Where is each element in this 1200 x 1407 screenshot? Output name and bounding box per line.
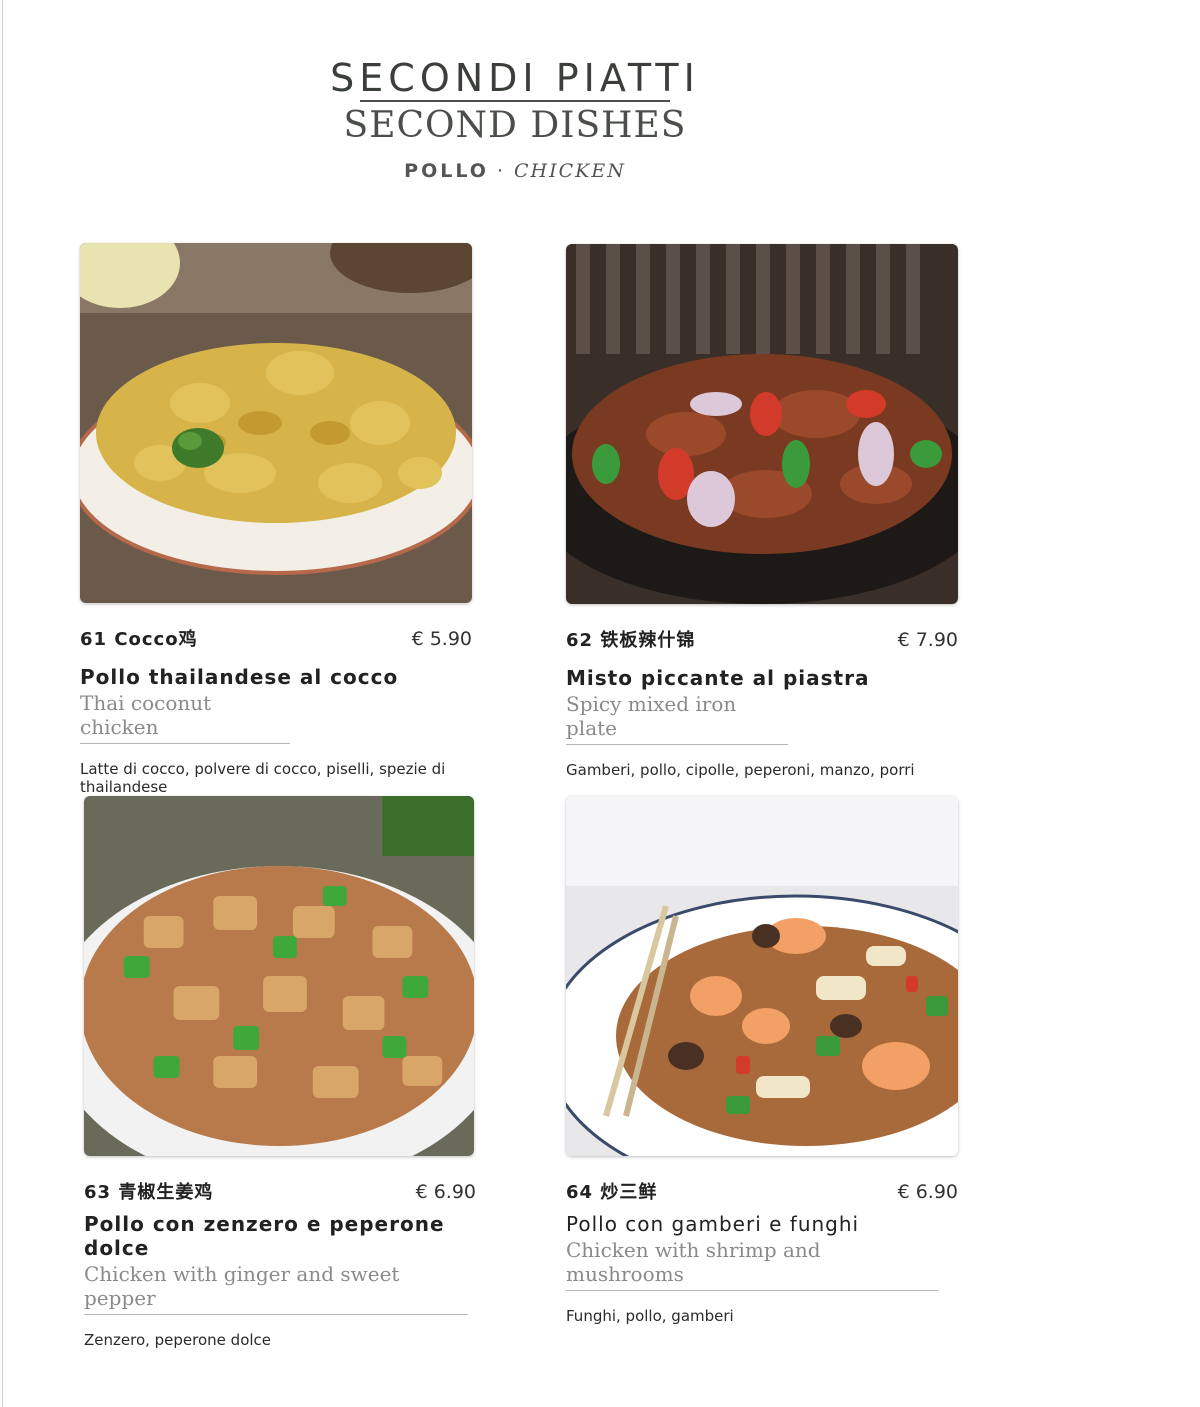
ingredients-text: Funghi, pollo, gamberi — [566, 1307, 734, 1325]
dish-name-italian: Pollo con zenzero e peperone dolce — [84, 1212, 445, 1260]
section-title-english: SECOND DISHES — [343, 105, 687, 146]
dish-price: € 5.90 — [411, 628, 472, 650]
dish-card-62[interactable]: 62 铁板辣什锦 € 7.90 Misto piccante al piastr… — [566, 244, 958, 779]
dish-name-english: Chicken with ginger and sweet pepper — [84, 1262, 468, 1315]
dish-price: € 6.90 — [897, 1181, 958, 1203]
category-separator: · — [496, 160, 506, 182]
menu-header: SECONDI PIATTI SECOND DISHES POLLO · CHICK… — [300, 58, 730, 182]
category-english: CHICKEN — [513, 160, 626, 182]
dish-name-italian: Pollo thailandese al cocco — [80, 665, 399, 689]
dish-photo-coconut-chicken — [80, 243, 472, 603]
page-edge-divider — [2, 0, 3, 1407]
dish-title-row: 61 Cocco鸡 € 5.90 — [80, 625, 472, 651]
dish-title-row: 64 炒三鲜 € 6.90 — [566, 1178, 958, 1204]
dish-card-63[interactable]: 63 青椒生姜鸡 € 6.90 Pollo con zenzero e pepe… — [84, 796, 476, 1349]
dish-number-chinese-name: 62 铁板辣什锦 — [566, 630, 696, 651]
category-subtitle: POLLO · CHICKEN — [300, 160, 730, 182]
dish-ingredients: Gamberi, pollo, cipolle, peperoni, manzo… — [566, 761, 958, 779]
dish-title-row: 63 青椒生姜鸡 € 6.90 — [84, 1178, 476, 1204]
dish-name-italian: Pollo con gamberi e funghi — [566, 1212, 860, 1236]
dish-price: € 7.90 — [897, 629, 958, 651]
dish-ingredients: Funghi, pollo, gamberi — [566, 1307, 958, 1325]
dish-photo-shrimp-mushroom-chicken — [566, 796, 958, 1156]
title-divider — [360, 100, 670, 102]
dish-number-chinese-name: 61 Cocco鸡 — [80, 629, 198, 650]
category-italian: POLLO — [404, 160, 489, 182]
dish-name-english: Chicken with shrimp and mushrooms — [566, 1238, 938, 1291]
dish-name-english: Spicy mixed iron plate — [566, 692, 788, 745]
dish-card-64[interactable]: 64 炒三鲜 € 6.90 Pollo con gamberi e funghi… — [566, 796, 958, 1325]
dish-photo-ginger-pepper-chicken — [84, 796, 474, 1156]
section-title-italian: SECONDI PIATTI — [330, 56, 700, 100]
dish-ingredients: Latte di cocco, polvere di cocco, pisell… — [80, 760, 472, 796]
dish-name-italian: Misto piccante al piastra — [566, 666, 870, 690]
ingredients-text: Gamberi, pollo, cipolle, peperoni, manzo… — [566, 761, 915, 779]
dish-ingredients: Zenzero, peperone dolce — [84, 1331, 476, 1349]
dish-number-chinese-name: 63 青椒生姜鸡 — [84, 1182, 214, 1203]
dish-price: € 6.90 — [415, 1181, 476, 1203]
dish-photo-iron-plate — [566, 244, 958, 604]
menu-page: SECONDI PIATTI SECOND DISHES POLLO · CHICK… — [0, 0, 1200, 1407]
ingredients-text: Latte di cocco, polvere di cocco, pisell… — [80, 760, 446, 796]
dish-card-61[interactable]: 61 Cocco鸡 € 5.90 Pollo thailandese al co… — [80, 243, 472, 796]
ingredients-text: Zenzero, peperone dolce — [84, 1331, 272, 1349]
dish-title-row: 62 铁板辣什锦 € 7.90 — [566, 626, 958, 652]
dish-name-english: Thai coconut chicken — [80, 691, 290, 744]
dish-number-chinese-name: 64 炒三鲜 — [566, 1182, 658, 1203]
